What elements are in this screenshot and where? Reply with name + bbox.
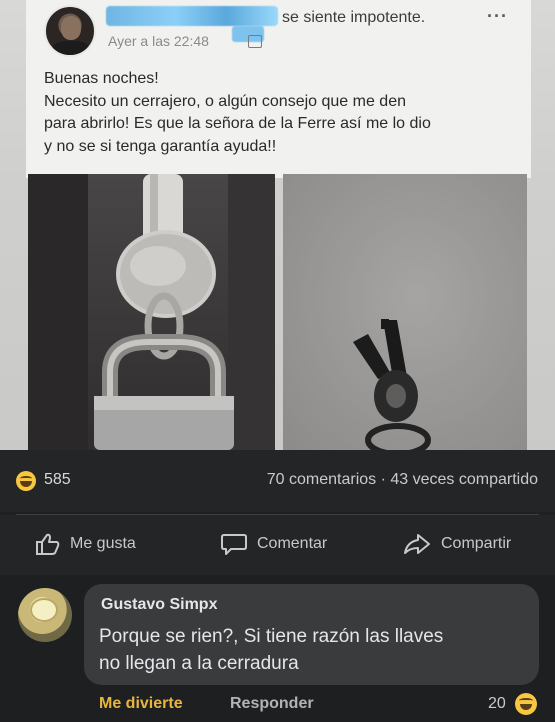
comment-author[interactable]: Gustavo Simpx xyxy=(101,596,217,614)
share-arrow-icon xyxy=(404,534,430,554)
comment-label: Comentar xyxy=(257,535,328,552)
keys-illustration xyxy=(283,174,527,450)
share-button[interactable]: Compartir xyxy=(402,532,511,556)
post-line: para abrirlo! Es que la señora de la Fer… xyxy=(44,115,431,132)
comments-shares-count[interactable]: 70 comentarios · 43 veces compartido xyxy=(267,471,538,489)
post-text: Buenas noches! Necesito un cerrajero, o … xyxy=(44,68,514,158)
redacted-name xyxy=(106,6,278,26)
padlock-with-key-photo[interactable] xyxy=(28,174,275,450)
avatar-character xyxy=(30,598,58,622)
like-button[interactable]: Me gusta xyxy=(35,532,136,556)
post-line: y no se si tenga garantía ayuda!! xyxy=(44,137,277,155)
avatar-face xyxy=(61,16,81,40)
haha-emoji-icon[interactable] xyxy=(16,471,36,491)
keys-on-ground-photo[interactable] xyxy=(283,174,527,450)
reply-button[interactable]: Responder xyxy=(230,695,314,713)
like-label: Me gusta xyxy=(70,535,136,552)
comment-button[interactable]: Comentar xyxy=(220,532,327,556)
reaction-count[interactable]: 585 xyxy=(44,471,71,489)
avatar-shirt xyxy=(52,41,90,55)
more-dots-icon[interactable]: ··· xyxy=(487,6,508,27)
comment-reaction-count[interactable]: 20 xyxy=(488,695,506,713)
comment-line: Porque se rien?, Si tiene razón las llav… xyxy=(99,626,444,647)
thumbs-up-icon xyxy=(36,533,60,555)
commenter-avatar[interactable] xyxy=(18,588,72,642)
share-label: Compartir xyxy=(441,535,512,552)
comment-text: Porque se rien?, Si tiene razón las llav… xyxy=(99,623,443,677)
friends-audience-icon xyxy=(248,35,262,48)
comment-reaction-button[interactable]: Me divierte xyxy=(99,695,183,713)
comment-line: no llegan a la cerradura xyxy=(99,653,299,674)
post-status: se siente impotente. xyxy=(282,9,426,26)
post-line: Buenas noches! xyxy=(44,70,159,87)
comment-bubble-icon xyxy=(221,534,247,555)
post-timestamp[interactable]: Ayer a las 22:48 xyxy=(108,33,209,49)
haha-emoji-icon[interactable] xyxy=(515,693,537,715)
padlock-illustration xyxy=(28,174,275,450)
poster-avatar[interactable] xyxy=(44,5,96,57)
post-line: Necesito un cerrajero, o algún consejo q… xyxy=(44,92,406,110)
